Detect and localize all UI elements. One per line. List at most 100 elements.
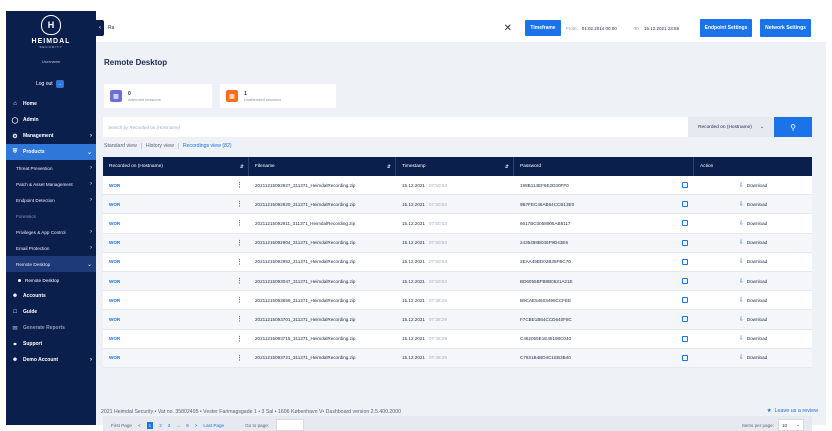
sidebar-item-products[interactable]: ⛨ Products ⌄ bbox=[6, 144, 96, 160]
cell-hostname[interactable]: WOR ⋮ bbox=[103, 214, 249, 232]
search-button[interactable]: ⚲ bbox=[774, 117, 812, 137]
sort-icon[interactable]: ⇵ bbox=[387, 164, 391, 170]
cell-hostname[interactable]: WOR ⋮ bbox=[103, 176, 249, 194]
hostname-link[interactable]: WOR bbox=[109, 355, 120, 360]
sort-icon[interactable]: ⇵ bbox=[505, 164, 509, 170]
col-timestamp[interactable]: Timestamp ⇵ bbox=[396, 157, 514, 176]
more-options-icon[interactable]: ⋮ bbox=[236, 200, 243, 208]
hostname-link[interactable]: WOR bbox=[109, 279, 120, 284]
copy-icon[interactable] bbox=[682, 220, 688, 227]
download-button[interactable]: ⇩ Download bbox=[694, 195, 812, 213]
page-2[interactable]: 2 bbox=[159, 423, 162, 428]
more-options-icon[interactable]: ⋮ bbox=[236, 219, 243, 227]
goto-page-input[interactable] bbox=[276, 419, 305, 431]
endpoint-settings-button[interactable]: Endpoint Settings bbox=[700, 19, 752, 37]
download-button[interactable]: ⇩ Download bbox=[694, 214, 812, 232]
copy-icon[interactable] bbox=[682, 297, 688, 304]
more-options-icon[interactable]: ⋮ bbox=[236, 354, 243, 362]
copy-icon[interactable] bbox=[682, 201, 688, 208]
download-button[interactable]: ⇩ Download bbox=[694, 272, 812, 290]
sidebar-item-guide[interactable]: □ Guide bbox=[6, 304, 96, 320]
sidebar-sub-patch-asset[interactable]: Patch & Asset Management › bbox=[6, 176, 96, 192]
tab-standard-view[interactable]: Standard view bbox=[104, 143, 142, 149]
hostname-link[interactable]: WOR bbox=[109, 259, 120, 264]
leave-review-link[interactable]: ★ Leave us a review bbox=[767, 408, 818, 414]
sidebar-sub-threat-prevention[interactable]: Threat Prevention › bbox=[6, 160, 96, 176]
sidebar-item-admin[interactable]: ◯ Admin bbox=[6, 112, 96, 128]
copy-icon[interactable] bbox=[682, 354, 688, 361]
hostname-link[interactable]: WOR bbox=[109, 221, 120, 226]
more-options-icon[interactable]: ⋮ bbox=[236, 181, 243, 189]
page-1[interactable]: 1 bbox=[146, 421, 154, 429]
search-input[interactable]: Search by Recorded on (Hostname) bbox=[103, 125, 688, 130]
sidebar-subsub-remote-desktop[interactable]: Remote Desktop bbox=[6, 272, 96, 288]
attended-sessions-card[interactable]: ▩ 0 Attended sessions bbox=[104, 84, 212, 108]
last-page-link[interactable]: Last Page bbox=[203, 423, 224, 428]
col-filename[interactable]: Filename ⇵ bbox=[249, 157, 396, 176]
col-hostname[interactable]: Recorded on (Hostname) ⇵ bbox=[103, 157, 249, 176]
hostname-link[interactable]: WOR bbox=[109, 183, 120, 188]
sidebar-item-management[interactable]: ⚙ Management › bbox=[6, 128, 96, 144]
download-button[interactable]: ⇩ Download bbox=[694, 176, 812, 194]
hostname-link[interactable]: WOR bbox=[109, 317, 120, 322]
download-button[interactable]: ⇩ Download bbox=[694, 291, 812, 309]
cell-hostname[interactable]: WOR ⋮ bbox=[103, 330, 249, 348]
next-page-icon[interactable]: > bbox=[195, 423, 198, 428]
logout-button[interactable]: Log out → bbox=[36, 80, 64, 88]
copy-icon[interactable] bbox=[682, 258, 688, 265]
sidebar-item-generate-reports[interactable]: ✉ Generate Reports bbox=[6, 320, 96, 336]
more-options-icon[interactable]: ⋮ bbox=[236, 335, 243, 343]
sidebar-sub-endpoint-detection[interactable]: Endpoint Detection › bbox=[6, 192, 96, 208]
copy-icon[interactable] bbox=[682, 239, 688, 246]
hostname-link[interactable]: WOR bbox=[109, 336, 120, 341]
copy-icon[interactable] bbox=[682, 278, 688, 285]
hostname-link[interactable]: WOR bbox=[109, 298, 120, 303]
more-options-icon[interactable]: ⋮ bbox=[236, 258, 243, 266]
sidebar-item-home[interactable]: ⌂ Home bbox=[6, 96, 96, 112]
tab-recordings-view[interactable]: Recordings view (82) bbox=[179, 143, 236, 149]
items-per-page-select[interactable]: 10 ⌄ bbox=[778, 419, 804, 431]
network-settings-button[interactable]: Network Settings bbox=[760, 19, 811, 37]
sort-icon[interactable]: ⇵ bbox=[240, 164, 244, 170]
more-options-icon[interactable]: ⋮ bbox=[236, 296, 243, 304]
sidebar-sub-privileges[interactable]: Privileges & App Control › bbox=[6, 224, 96, 240]
sidebar-sub-forensics[interactable]: Forensics bbox=[6, 208, 96, 224]
top-search-input[interactable]: Ra bbox=[108, 25, 504, 31]
first-page-link[interactable]: First Page bbox=[111, 423, 132, 428]
page-3[interactable]: 3 bbox=[168, 423, 171, 428]
copy-icon[interactable] bbox=[682, 335, 688, 342]
prev-page-icon[interactable]: < bbox=[138, 423, 141, 428]
page-9[interactable]: 9 bbox=[186, 423, 189, 428]
more-options-icon[interactable]: ⋮ bbox=[236, 239, 243, 247]
hostname-link[interactable]: WOR bbox=[109, 202, 120, 207]
sidebar-item-accounts[interactable]: ☻ Accounts bbox=[6, 288, 96, 304]
date-from[interactable]: From: 01.02.2014 00:00 bbox=[566, 26, 617, 31]
tab-history-view[interactable]: History view bbox=[142, 143, 179, 149]
download-button[interactable]: ⇩ Download bbox=[694, 310, 812, 328]
sidebar-sub-remote-desktop[interactable]: Remote Desktop ⌄ bbox=[6, 256, 96, 272]
cell-hostname[interactable]: WOR ⋮ bbox=[103, 272, 249, 290]
cell-hostname[interactable]: WOR ⋮ bbox=[103, 349, 249, 367]
sidebar-collapse-button[interactable]: ‹ bbox=[96, 20, 104, 36]
timeframe-button[interactable]: Timeframe bbox=[525, 20, 561, 36]
close-icon[interactable]: ✕ bbox=[504, 23, 512, 34]
download-button[interactable]: ⇩ Download bbox=[694, 234, 812, 252]
sidebar-item-demo-account[interactable]: ☻ Demo Account › bbox=[6, 352, 96, 368]
date-to[interactable]: To: 15.12.2021 23:59 bbox=[634, 26, 679, 31]
sidebar-sub-email-protection[interactable]: Email Protection › bbox=[6, 240, 96, 256]
sidebar-item-support[interactable]: ⚭ Support bbox=[6, 336, 96, 352]
hostname-link[interactable]: WOR bbox=[109, 240, 120, 245]
filter-select[interactable]: Recorded on (Hostname) ⌄ bbox=[688, 117, 774, 137]
copy-icon[interactable] bbox=[682, 316, 688, 323]
top-search-bar[interactable]: Ra ✕ bbox=[108, 20, 518, 36]
cell-hostname[interactable]: WOR ⋮ bbox=[103, 291, 249, 309]
unattended-sessions-card[interactable]: ▩ 1 Unattended sessions bbox=[220, 84, 336, 108]
download-button[interactable]: ⇩ Download bbox=[694, 330, 812, 348]
cell-hostname[interactable]: WOR ⋮ bbox=[103, 195, 249, 213]
cell-hostname[interactable]: WOR ⋮ bbox=[103, 310, 249, 328]
cell-hostname[interactable]: WOR ⋮ bbox=[103, 253, 249, 271]
more-options-icon[interactable]: ⋮ bbox=[236, 315, 243, 323]
more-options-icon[interactable]: ⋮ bbox=[236, 277, 243, 285]
download-button[interactable]: ⇩ Download bbox=[694, 253, 812, 271]
download-button[interactable]: ⇩ Download bbox=[694, 349, 812, 367]
